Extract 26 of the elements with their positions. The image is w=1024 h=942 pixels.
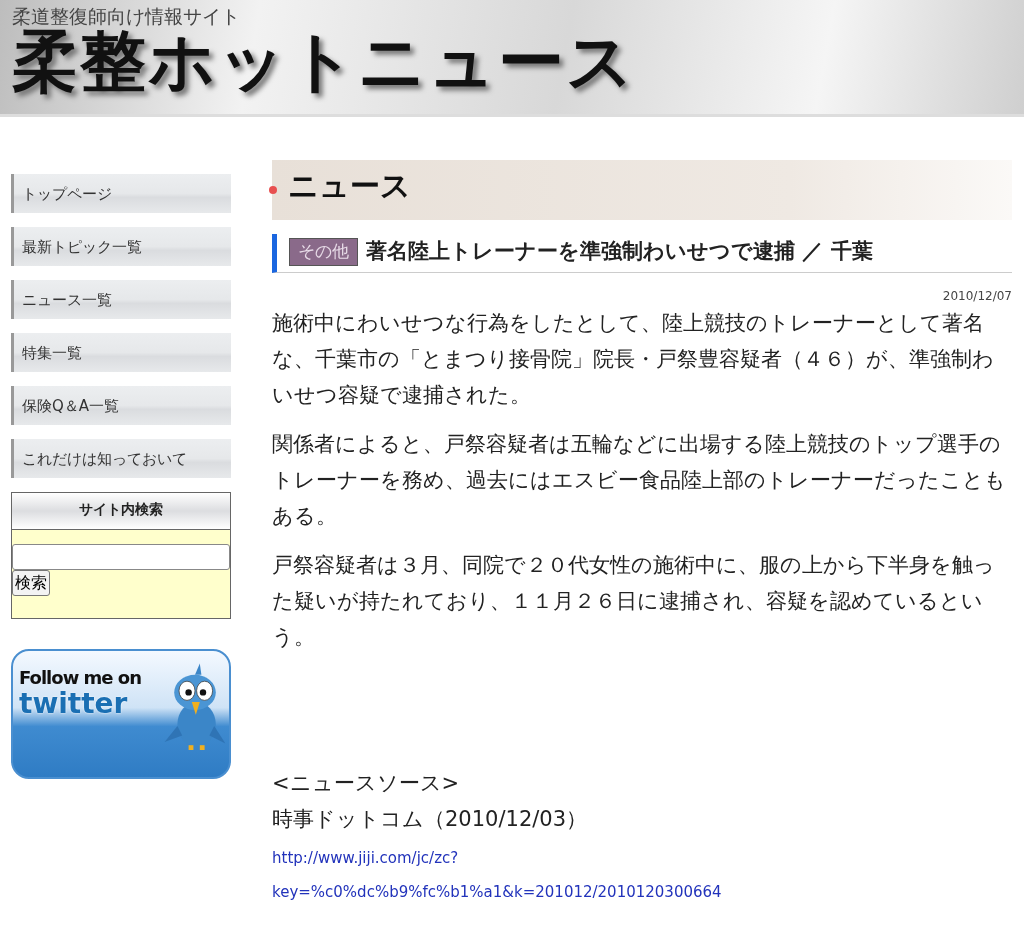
source-link[interactable]: key=%c0%dc%b9%fc%b1%a1&k=201012/2010120300664 xyxy=(272,874,1012,909)
article-paragraph: 戸祭容疑者は３月、同院で２０代女性の施術中に、服の上から下半身を触った疑いが持たれており、１１月２６日に逮捕され、容疑を認めているという。 xyxy=(272,551,996,651)
banner-text: Follow me on xyxy=(19,669,142,687)
category-label: その他 xyxy=(289,238,358,266)
nav-link[interactable]: ニュース一覧 xyxy=(11,280,231,319)
nav-link[interactable]: 保険Q＆A一覧 xyxy=(11,386,231,425)
search-title: サイト内検索 xyxy=(12,493,230,530)
nav-link[interactable]: 最新トピック一覧 xyxy=(11,227,231,266)
article-date: 2010/12/07 xyxy=(941,287,1012,305)
banner-logo-text: twitter xyxy=(19,687,128,721)
site-title[interactable]: 柔整ホットニュース xyxy=(12,26,1012,97)
search-field[interactable] xyxy=(12,544,230,570)
search-button[interactable]: 検索 xyxy=(12,570,50,596)
nav-link[interactable]: トップページ xyxy=(11,174,231,213)
nav-link[interactable]: これだけは知っておいて xyxy=(11,439,231,478)
site-tagline: 柔道整復師向け情報サイト xyxy=(12,6,241,27)
article-paragraph: 施術中にわいせつな行為をしたとして、陸上競技のトレーナーとして著名な、千葉市の「とまつり接骨院」院長・戸祭豊容疑者（４６）が、準強制わいせつ容疑で逮捕された。 xyxy=(272,309,995,409)
article-title: 著名陸上トレーナーを準強制わいせつで逮捕 ／ 千葉 xyxy=(366,239,873,265)
nav-link[interactable]: 特集一覧 xyxy=(11,333,231,372)
section-title: ニュース xyxy=(288,168,412,204)
source-name: 時事ドットコム（2010/12/03） xyxy=(272,805,589,833)
source-link[interactable]: http://www.jiji.com/jc/zc? xyxy=(272,840,1012,875)
source-heading: <ニュースソース> xyxy=(272,769,461,797)
twitter-banner[interactable]: Follow me on twitter xyxy=(11,649,231,779)
article-paragraph: 関係者によると、戸祭容疑者は五輪などに出場する陸上競技のトップ選手のトレーナーを務め、過去にはエスビー食品陸上部のトレーナーだったこともある。 xyxy=(272,430,1007,530)
bullet-icon xyxy=(269,186,277,194)
